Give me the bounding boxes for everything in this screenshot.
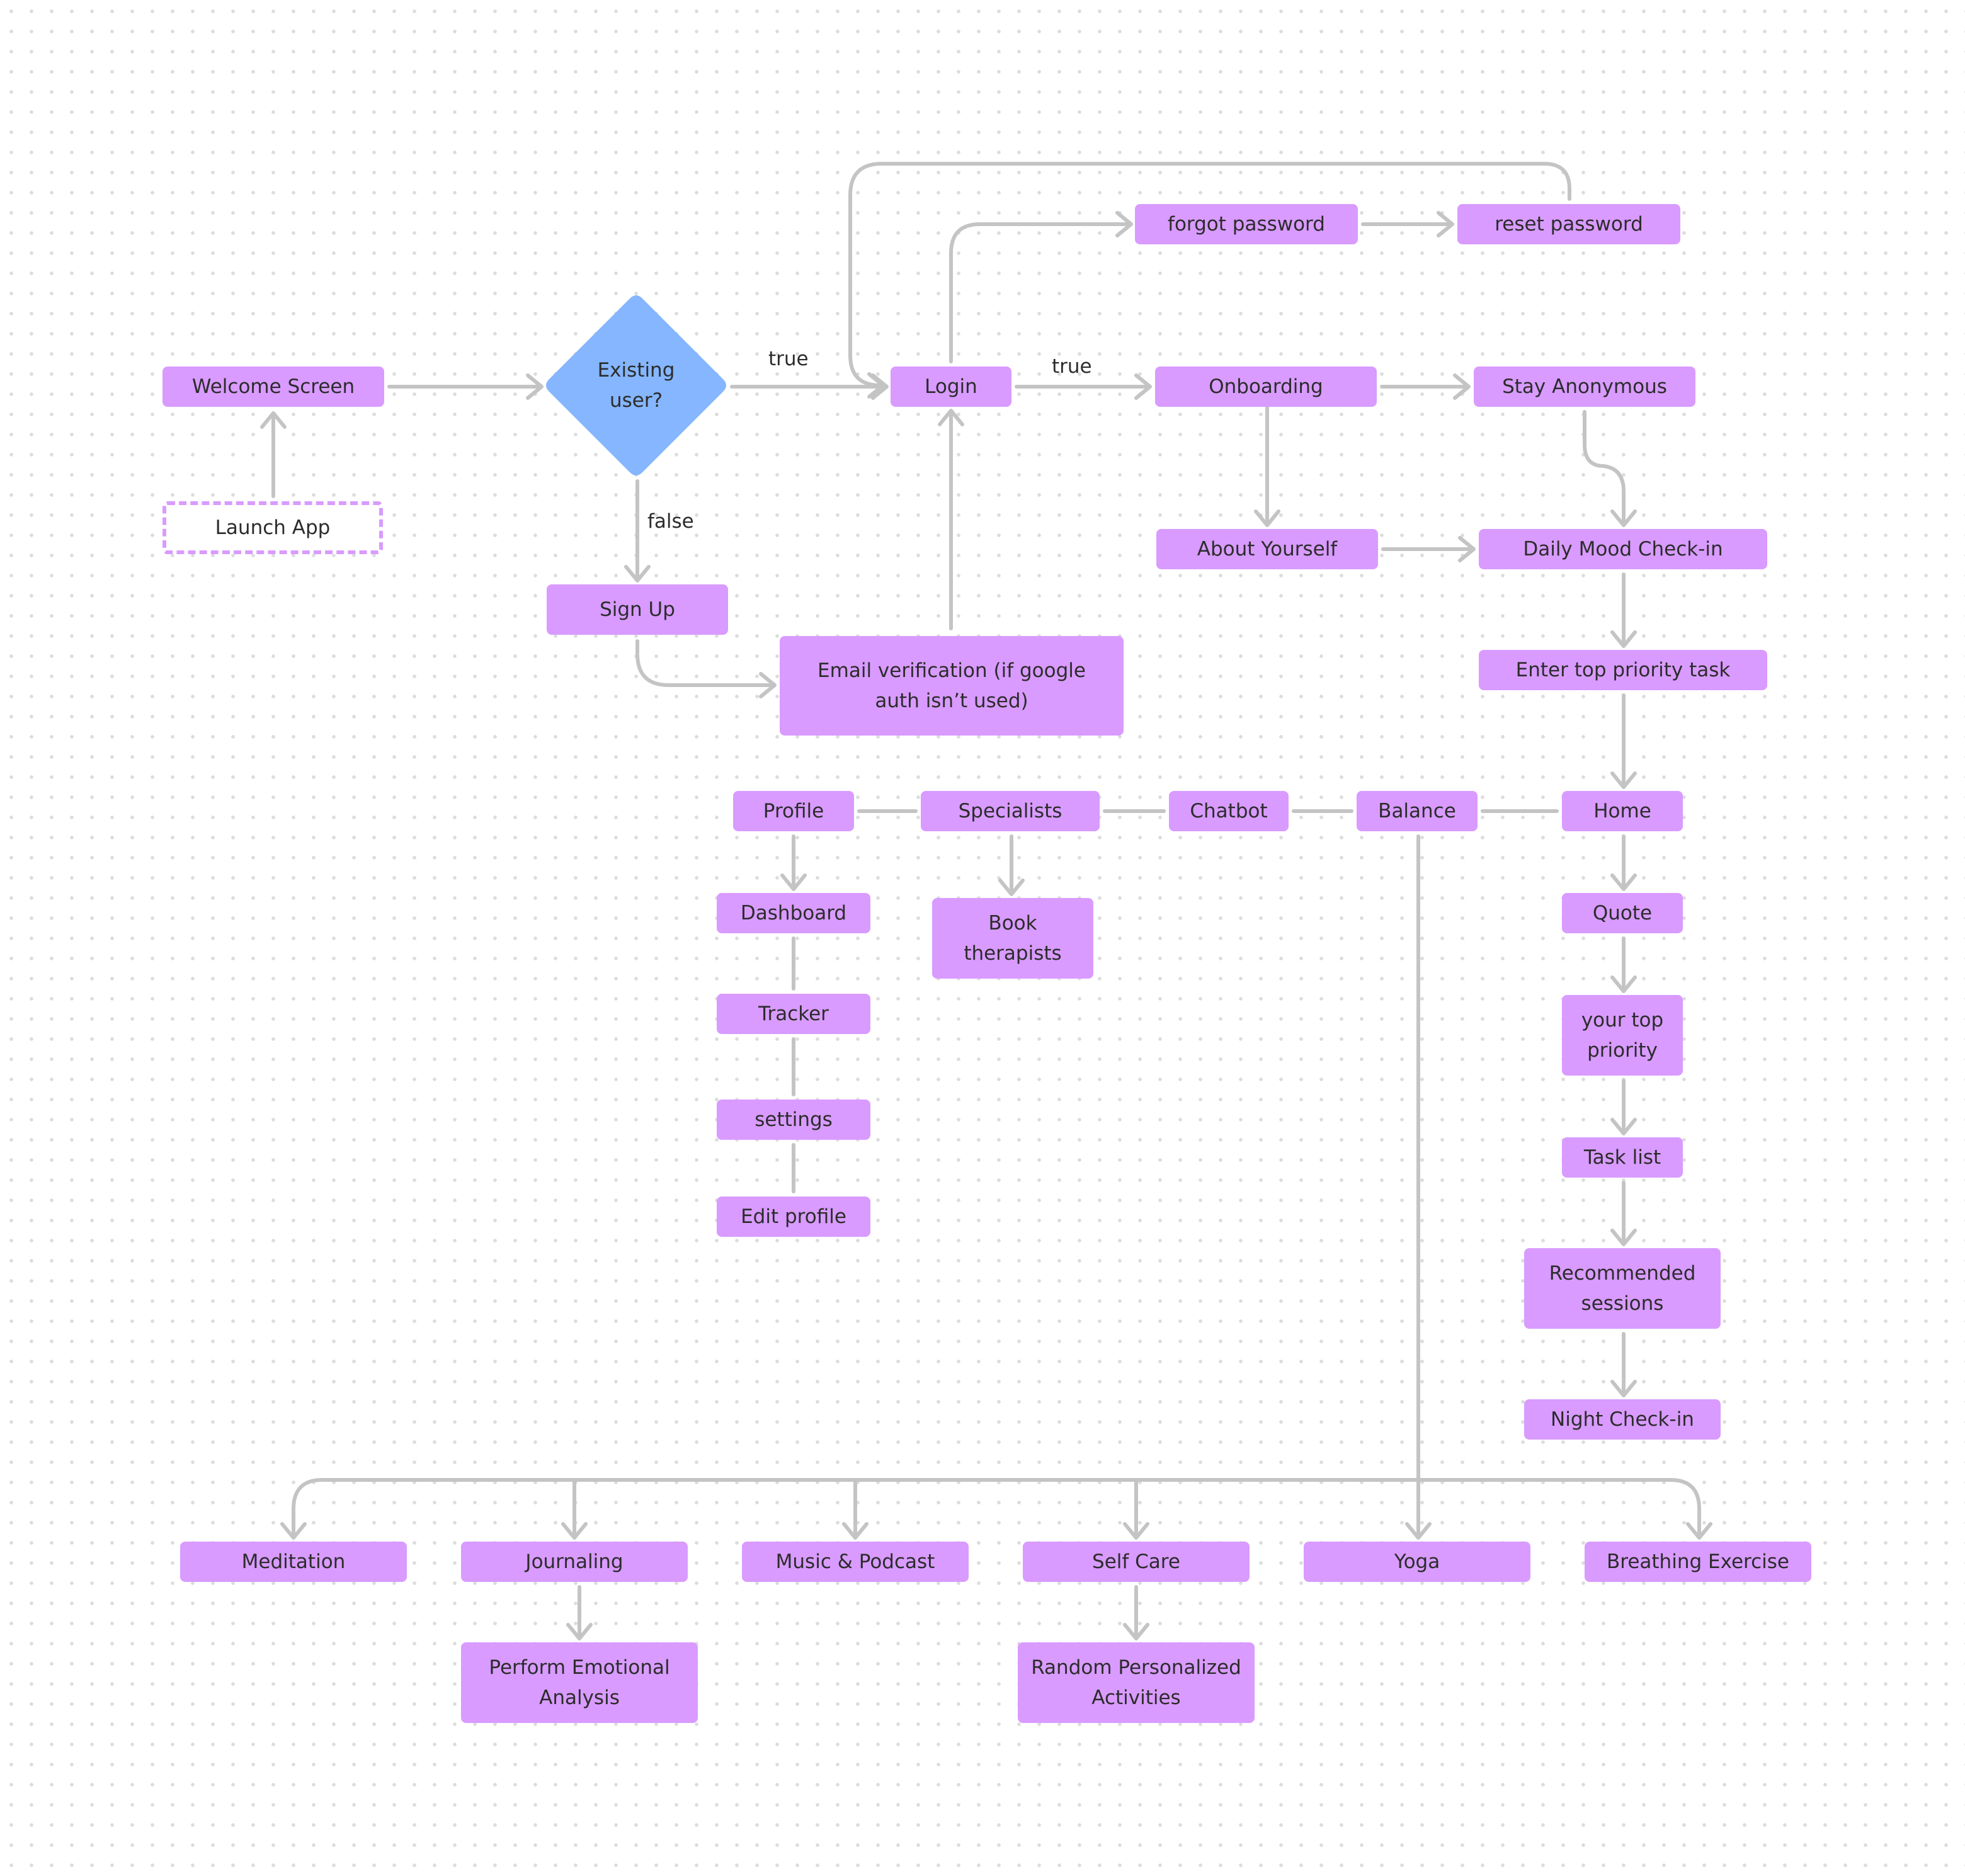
- node-login[interactable]: Login: [891, 367, 1011, 407]
- node-edit-profile[interactable]: Edit profile: [717, 1197, 870, 1237]
- node-stay-anonymous[interactable]: Stay Anonymous: [1474, 367, 1695, 407]
- edge-reset-to-login: [848, 162, 1571, 387]
- node-perform-emotional-analysis[interactable]: Perform Emotional Analysis: [461, 1642, 698, 1723]
- node-daily-mood-checkin[interactable]: Daily Mood Check-in: [1479, 529, 1767, 569]
- node-chatbot[interactable]: Chatbot: [1169, 791, 1289, 831]
- node-onboarding[interactable]: Onboarding: [1155, 367, 1377, 407]
- decision-label: Existing user?: [597, 359, 675, 412]
- edge-anonymous-to-mood: [1583, 410, 1626, 525]
- node-night-checkin[interactable]: Night Check-in: [1524, 1399, 1721, 1440]
- node-settings[interactable]: settings: [717, 1100, 870, 1140]
- node-book-therapists[interactable]: Book therapists: [932, 898, 1093, 979]
- node-profile[interactable]: Profile: [733, 791, 854, 831]
- node-home[interactable]: Home: [1562, 791, 1683, 831]
- edge-label-decision-false: false: [647, 510, 694, 533]
- node-self-care[interactable]: Self Care: [1023, 1542, 1250, 1582]
- edge-signup-to-email: [635, 639, 774, 687]
- edge-bottom-bus: [292, 1478, 1701, 1537]
- node-specialists[interactable]: Specialists: [921, 791, 1100, 831]
- flowchart-canvas: true false true Launch App Welcome Scree…: [0, 0, 1965, 1876]
- node-music-podcast[interactable]: Music & Podcast: [742, 1542, 969, 1582]
- node-yoga[interactable]: Yoga: [1304, 1542, 1530, 1582]
- node-breathing-exercise[interactable]: Breathing Exercise: [1585, 1542, 1811, 1582]
- node-balance[interactable]: Balance: [1357, 791, 1478, 831]
- node-email-verification[interactable]: Email verification (if google auth isn’t…: [780, 636, 1124, 736]
- node-task-list[interactable]: Task list: [1562, 1137, 1683, 1178]
- node-journaling[interactable]: Journaling: [461, 1542, 688, 1582]
- node-about-yourself[interactable]: About Yourself: [1156, 529, 1378, 569]
- edge-login-to-forgot: [949, 222, 1131, 363]
- node-enter-top-priority-task[interactable]: Enter top priority task: [1479, 650, 1767, 690]
- node-welcome-screen[interactable]: Welcome Screen: [162, 367, 384, 407]
- node-dashboard[interactable]: Dashboard: [717, 893, 870, 933]
- edge-label-decision-true: true: [768, 348, 809, 370]
- node-sign-up[interactable]: Sign Up: [547, 584, 728, 635]
- decision-existing-user[interactable]: Existing user?: [544, 293, 728, 477]
- node-meditation[interactable]: Meditation: [180, 1542, 407, 1582]
- node-tracker[interactable]: Tracker: [717, 994, 870, 1034]
- node-reset-password[interactable]: reset password: [1457, 204, 1680, 244]
- node-recommended-sessions[interactable]: Recommended sessions: [1524, 1248, 1721, 1329]
- edge-label-login-true: true: [1052, 355, 1092, 378]
- node-forgot-password[interactable]: forgot password: [1135, 204, 1358, 244]
- node-your-top-priority[interactable]: your top priority: [1562, 995, 1683, 1076]
- node-launch-app[interactable]: Launch App: [162, 501, 383, 554]
- node-quote[interactable]: Quote: [1562, 893, 1683, 933]
- node-random-personalized-activities[interactable]: Random Personalized Activities: [1018, 1642, 1255, 1723]
